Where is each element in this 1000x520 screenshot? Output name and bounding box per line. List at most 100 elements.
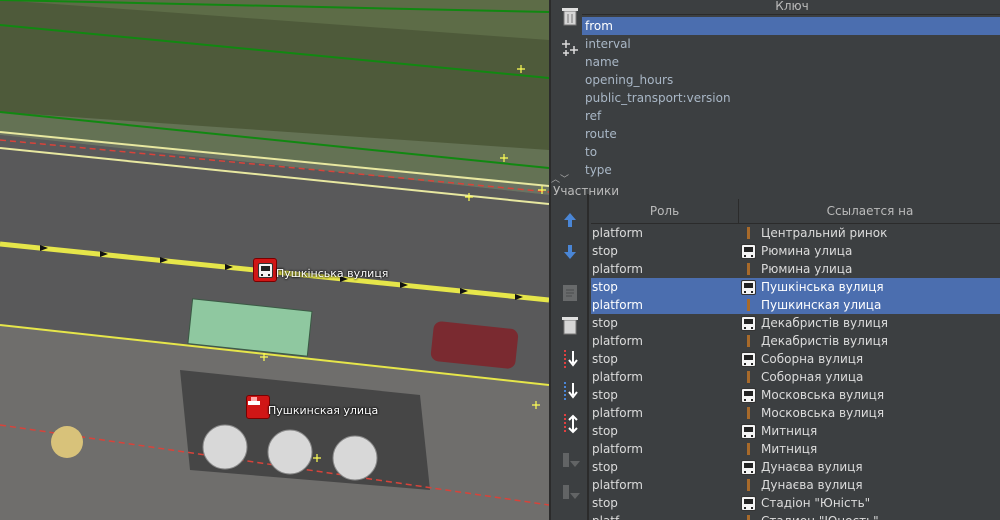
member-row[interactable]: platform Дунаєва вулиця xyxy=(591,476,1000,494)
member-role[interactable]: platform xyxy=(591,224,740,242)
member-role[interactable]: platform xyxy=(591,440,740,458)
member-ref: Московська вулиця xyxy=(761,406,885,420)
member-role[interactable]: stop xyxy=(591,422,740,440)
platform-icon xyxy=(739,440,757,458)
member-ref: Соборна вулиця xyxy=(761,352,864,366)
member-ref: Декабристів вулиця xyxy=(761,316,889,330)
member-row[interactable]: stop Рюмина улица xyxy=(591,242,1000,260)
add-tag-button[interactable] xyxy=(557,35,583,61)
trash-icon xyxy=(561,317,578,335)
bus-stop-icon xyxy=(739,386,757,404)
tags-list[interactable]: from interval name opening_hours public_tran… xyxy=(582,17,1000,177)
edit-member-button[interactable] xyxy=(557,280,583,306)
member-role[interactable]: stop xyxy=(591,458,740,476)
bus-stop-icon xyxy=(257,262,273,278)
dotted-arrow-down-icon xyxy=(563,382,578,402)
member-role[interactable]: platform xyxy=(591,296,740,314)
move-down-button[interactable] xyxy=(557,239,583,265)
member-row[interactable]: platform Декабристів вулиця xyxy=(591,332,1000,350)
member-ref: Пушкинская улица xyxy=(761,298,882,312)
platform-icon xyxy=(248,397,260,405)
tag-key-row[interactable]: type xyxy=(582,161,1000,177)
member-ref: Дунаєва вулиця xyxy=(761,460,863,474)
platform-icon xyxy=(739,260,757,278)
tag-key-row[interactable]: opening_hours xyxy=(582,71,1000,89)
tag-key-row[interactable]: public_transport:version xyxy=(582,89,1000,107)
member-row[interactable]: platform Соборная улица xyxy=(591,368,1000,386)
member-role[interactable]: platform xyxy=(591,260,740,278)
member-row[interactable]: stop Дунаєва вулиця xyxy=(591,458,1000,476)
member-row[interactable]: stop Митниця xyxy=(591,422,1000,440)
member-row[interactable]: stop Стадіон "Юність" xyxy=(591,494,1000,512)
download-icon xyxy=(562,453,580,467)
platform-icon xyxy=(739,368,757,386)
panel-splitter[interactable]: ︿﹀ xyxy=(551,176,591,185)
sort-down-red-button[interactable] xyxy=(557,347,583,373)
member-row[interactable]: platform Пушкинская улица xyxy=(591,296,1000,314)
platform-icon xyxy=(739,404,757,422)
member-ref: Митниця xyxy=(761,424,818,438)
member-role[interactable]: stop xyxy=(591,494,740,512)
tag-key-row[interactable]: from xyxy=(582,17,1000,35)
tag-key-row[interactable]: name xyxy=(582,53,1000,71)
member-row[interactable]: stop Декабристів вулиця xyxy=(591,314,1000,332)
remove-member-button[interactable] xyxy=(557,312,583,338)
move-up-button[interactable] xyxy=(557,207,583,233)
member-row[interactable]: platform Московська вулиця xyxy=(591,404,1000,422)
member-role[interactable]: stop xyxy=(591,314,740,332)
arrow-down-icon xyxy=(563,245,576,259)
column-header-role[interactable]: Роль xyxy=(591,199,739,224)
umbrella-object xyxy=(51,426,83,458)
member-row[interactable]: platform Митниця xyxy=(591,440,1000,458)
column-header-ref[interactable]: Ссылается на xyxy=(739,199,1000,224)
member-role[interactable]: stop xyxy=(591,278,740,296)
member-role[interactable]: platform xyxy=(591,404,740,422)
member-ref: Центральний ринок xyxy=(761,226,888,240)
map-view[interactable]: Пушкінська вулиця Пушкинская улица xyxy=(0,0,549,520)
tags-column-header[interactable]: Ключ xyxy=(582,0,1000,15)
add-plus-icon xyxy=(561,40,578,56)
dotted-arrow-updown-icon xyxy=(563,414,578,434)
member-role[interactable]: stop xyxy=(591,350,740,368)
member-role[interactable]: platform xyxy=(591,476,740,494)
tag-key-row[interactable]: ref xyxy=(582,107,1000,125)
platform-icon xyxy=(739,476,757,494)
member-role[interactable]: stop xyxy=(591,242,740,260)
member-row[interactable]: stop Пушкінська вулиця xyxy=(591,278,1000,296)
member-ref: Соборная улица xyxy=(761,370,864,384)
member-row[interactable]: stop Московська вулиця xyxy=(591,386,1000,404)
bus-stop-marker[interactable] xyxy=(253,258,277,282)
stop-label-bottom: Пушкинская улица xyxy=(268,404,379,417)
member-row[interactable]: platform Центральний ринок xyxy=(591,224,1000,242)
tag-key-row[interactable]: route xyxy=(582,125,1000,143)
download-icon xyxy=(562,485,580,499)
platform-marker[interactable] xyxy=(246,395,270,419)
members-table[interactable]: Роль Ссылается на platform Центральний ри… xyxy=(591,199,1000,520)
member-row[interactable]: stop Соборна вулиця xyxy=(591,350,1000,368)
member-role[interactable]: stop xyxy=(591,386,740,404)
dotted-arrow-down-icon xyxy=(563,350,578,370)
sort-down-blue-button[interactable] xyxy=(557,379,583,405)
document-icon xyxy=(562,285,577,301)
member-role[interactable]: platform xyxy=(591,332,740,350)
member-row[interactable]: platform Рюмина улица xyxy=(591,260,1000,278)
tag-key-row[interactable]: interval xyxy=(582,35,1000,53)
reverse-members-button[interactable] xyxy=(557,411,583,437)
member-ref: Декабристів вулиця xyxy=(761,334,889,348)
member-ref: Рюмина улица xyxy=(761,262,853,276)
member-role[interactable]: platform xyxy=(591,368,740,386)
download-incomplete-button[interactable] xyxy=(557,480,583,506)
member-ref: Дунаєва вулиця xyxy=(761,478,863,492)
delete-tag-button[interactable] xyxy=(557,3,583,29)
arrow-up-icon xyxy=(563,213,576,227)
platform-icon xyxy=(739,332,757,350)
platform-icon xyxy=(739,296,757,314)
stop-label-top: Пушкінська вулиця xyxy=(276,267,389,280)
tag-key-row[interactable]: to xyxy=(582,143,1000,161)
bus-stop-icon xyxy=(739,422,757,440)
member-ref: Пушкінська вулиця xyxy=(761,280,884,294)
member-ref: Московська вулиця xyxy=(761,388,885,402)
download-members-button[interactable] xyxy=(557,448,583,474)
member-role[interactable]: platf xyxy=(591,512,740,520)
member-row[interactable]: platf Стадион "Юность" xyxy=(591,512,1000,520)
